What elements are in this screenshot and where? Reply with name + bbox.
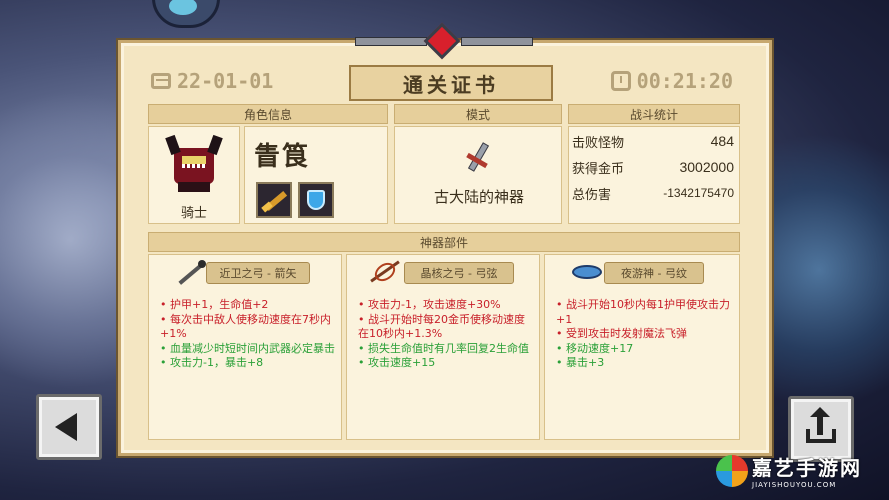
- back-button[interactable]: [36, 394, 102, 460]
- stat-value: -1342175470: [663, 186, 734, 200]
- section-artifact-parts: 神器部件: [148, 232, 740, 252]
- effect-line: 战斗开始10秒内每1护甲使攻击力+1: [556, 298, 734, 327]
- section-mode: 模式: [394, 104, 562, 124]
- watermark-logo-icon: [716, 454, 748, 487]
- certificate-title: 通关证书: [349, 65, 553, 101]
- effect-line: 暴击+3: [556, 356, 734, 371]
- effect-line: 受到攻击时发射魔法飞弹: [556, 327, 734, 342]
- red-gem-icon: [423, 22, 461, 60]
- watermark: 嘉艺手游网 JIAYISHOUYOU.COM: [716, 452, 862, 489]
- shield-buff-icon: [298, 182, 334, 218]
- section-battle-stats: 战斗统计: [568, 104, 740, 124]
- calendar-icon: [151, 73, 171, 89]
- part-effects: 护甲+1，生命值+2 每次击中敌人使移动速度在7秒内+1% 血量减少时短时间内武…: [160, 298, 336, 371]
- watermark-en: JIAYISHOUYOU.COM: [752, 481, 837, 489]
- mode-name: 古大陆的神器: [433, 188, 524, 206]
- sword-mode-icon: [460, 142, 494, 176]
- stat-row: 击败怪物 484: [572, 130, 734, 152]
- player-name: 眚筤: [254, 142, 311, 172]
- effect-line: 移动速度+17: [556, 342, 734, 357]
- part-name: 晶核之弓 - 弓弦: [404, 262, 514, 284]
- knight-sprite-icon: [165, 134, 223, 192]
- part-name: 近卫之弓 - 箭矢: [206, 262, 310, 284]
- effect-line: 攻击力-1，攻击速度+30%: [358, 298, 534, 313]
- effect-line: 攻击速度+15: [358, 356, 534, 371]
- stat-value: 484: [710, 133, 734, 149]
- bowstring-part-icon: [368, 256, 402, 288]
- effect-line: 护甲+1，生命值+2: [160, 298, 336, 313]
- stat-row: 总伤害 -1342175470: [572, 182, 734, 204]
- date-text: 22-01-01: [177, 69, 274, 93]
- section-role-info: 角色信息: [148, 104, 388, 124]
- time-text: 00:21:20: [636, 69, 733, 93]
- back-arrow-icon: [55, 413, 77, 441]
- character-avatar: 骑士: [150, 126, 238, 224]
- date-display: 22-01-01: [151, 69, 273, 93]
- part-name: 夜游神 - 弓纹: [604, 262, 704, 284]
- effect-line: 血量减少时短时间内武器必定暴击: [160, 342, 336, 357]
- part-effects: 攻击力-1，攻击速度+30% 战斗开始时每20金币使移动速度在10秒内+1.3%…: [358, 298, 534, 371]
- stat-label: 击败怪物: [572, 135, 625, 151]
- clock-icon: [610, 71, 631, 91]
- weapon-icon: [256, 182, 292, 218]
- stat-value: 3002000: [679, 159, 734, 175]
- effect-line: 每次击中敌人使移动速度在7秒内+1%: [160, 313, 336, 342]
- stat-label: 获得金币: [572, 161, 625, 177]
- stat-label: 总伤害: [572, 187, 612, 203]
- rune-part-icon: [572, 262, 602, 282]
- arrow-part-icon: [176, 258, 208, 288]
- part-effects: 战斗开始10秒内每1护甲使攻击力+1 受到攻击时发射魔法飞弹 移动速度+17 暴…: [556, 298, 734, 371]
- effect-line: 损失生命值时有几率回复2生命值: [358, 342, 534, 357]
- effect-line: 战斗开始时每20金币使移动速度在10秒内+1.3%: [358, 313, 534, 342]
- watermark-cn: 嘉艺手游网: [752, 456, 862, 480]
- effect-line: 攻击力-1，暴击+8: [160, 356, 336, 371]
- pet-badge-icon: [152, 0, 220, 28]
- crest-ornament: [355, 22, 533, 60]
- stat-row: 获得金币 3002000: [572, 156, 734, 178]
- time-display: 00:21:20: [610, 69, 733, 93]
- character-name: 骑士: [180, 206, 207, 221]
